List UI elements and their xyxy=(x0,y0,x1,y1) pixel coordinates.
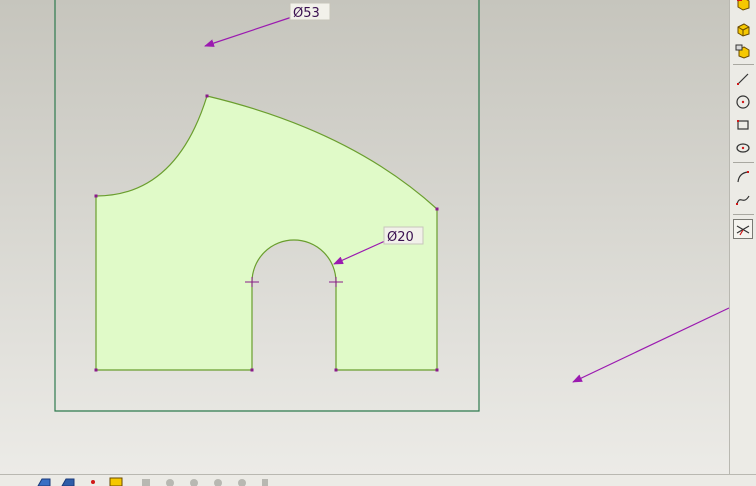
assembly-view-icon xyxy=(735,44,750,59)
ellipse-tool-button[interactable] xyxy=(734,139,752,157)
spline-tool-icon xyxy=(736,195,750,205)
part-view-icon xyxy=(737,0,750,11)
toolbar-separator xyxy=(733,64,754,65)
dimension-label-outer: Ø53 xyxy=(293,6,320,21)
dimension-outer-diameter[interactable]: Ø53 xyxy=(204,2,331,47)
sketch-toolbar xyxy=(729,0,756,474)
arc-tool-button[interactable] xyxy=(734,168,752,186)
toolbar-separator xyxy=(733,162,754,163)
vertex-marker[interactable] xyxy=(435,207,439,211)
part-view-button[interactable] xyxy=(734,0,752,12)
vertex-marker[interactable] xyxy=(94,194,98,198)
rectangle-tool-button[interactable] xyxy=(734,116,752,134)
vertex-marker[interactable] xyxy=(250,368,254,372)
assembly-view-button[interactable] xyxy=(734,42,752,60)
line-tool-icon xyxy=(737,73,749,85)
vertex-marker[interactable] xyxy=(205,94,209,98)
sketch-canvas[interactable]: Ø53 Ø20 xyxy=(0,0,729,474)
rectangle-tool-icon xyxy=(737,120,749,130)
trim-tool-button[interactable] xyxy=(733,219,753,239)
part-shaded-button[interactable] xyxy=(734,20,752,38)
tangency-marks xyxy=(245,277,343,287)
toolbar-separator xyxy=(733,214,754,215)
part-shaded-icon xyxy=(737,23,750,37)
trim-tool-icon xyxy=(736,225,750,236)
graphics-viewport[interactable]: Ø53 Ø20 xyxy=(0,0,729,474)
view-toolbar xyxy=(0,474,756,486)
leader-arrow[interactable] xyxy=(572,307,729,383)
circle-tool-button[interactable] xyxy=(734,93,752,111)
vertex-marker[interactable] xyxy=(94,368,98,372)
circle-tool-icon xyxy=(736,95,750,109)
arc-tool-icon xyxy=(737,171,749,183)
dimension-label-slot: Ø20 xyxy=(387,230,414,245)
vertex-marker[interactable] xyxy=(334,368,338,372)
line-tool-button[interactable] xyxy=(734,70,752,88)
spline-tool-button[interactable] xyxy=(734,191,752,209)
vertex-marker[interactable] xyxy=(435,368,439,372)
ellipse-tool-icon xyxy=(736,143,750,153)
